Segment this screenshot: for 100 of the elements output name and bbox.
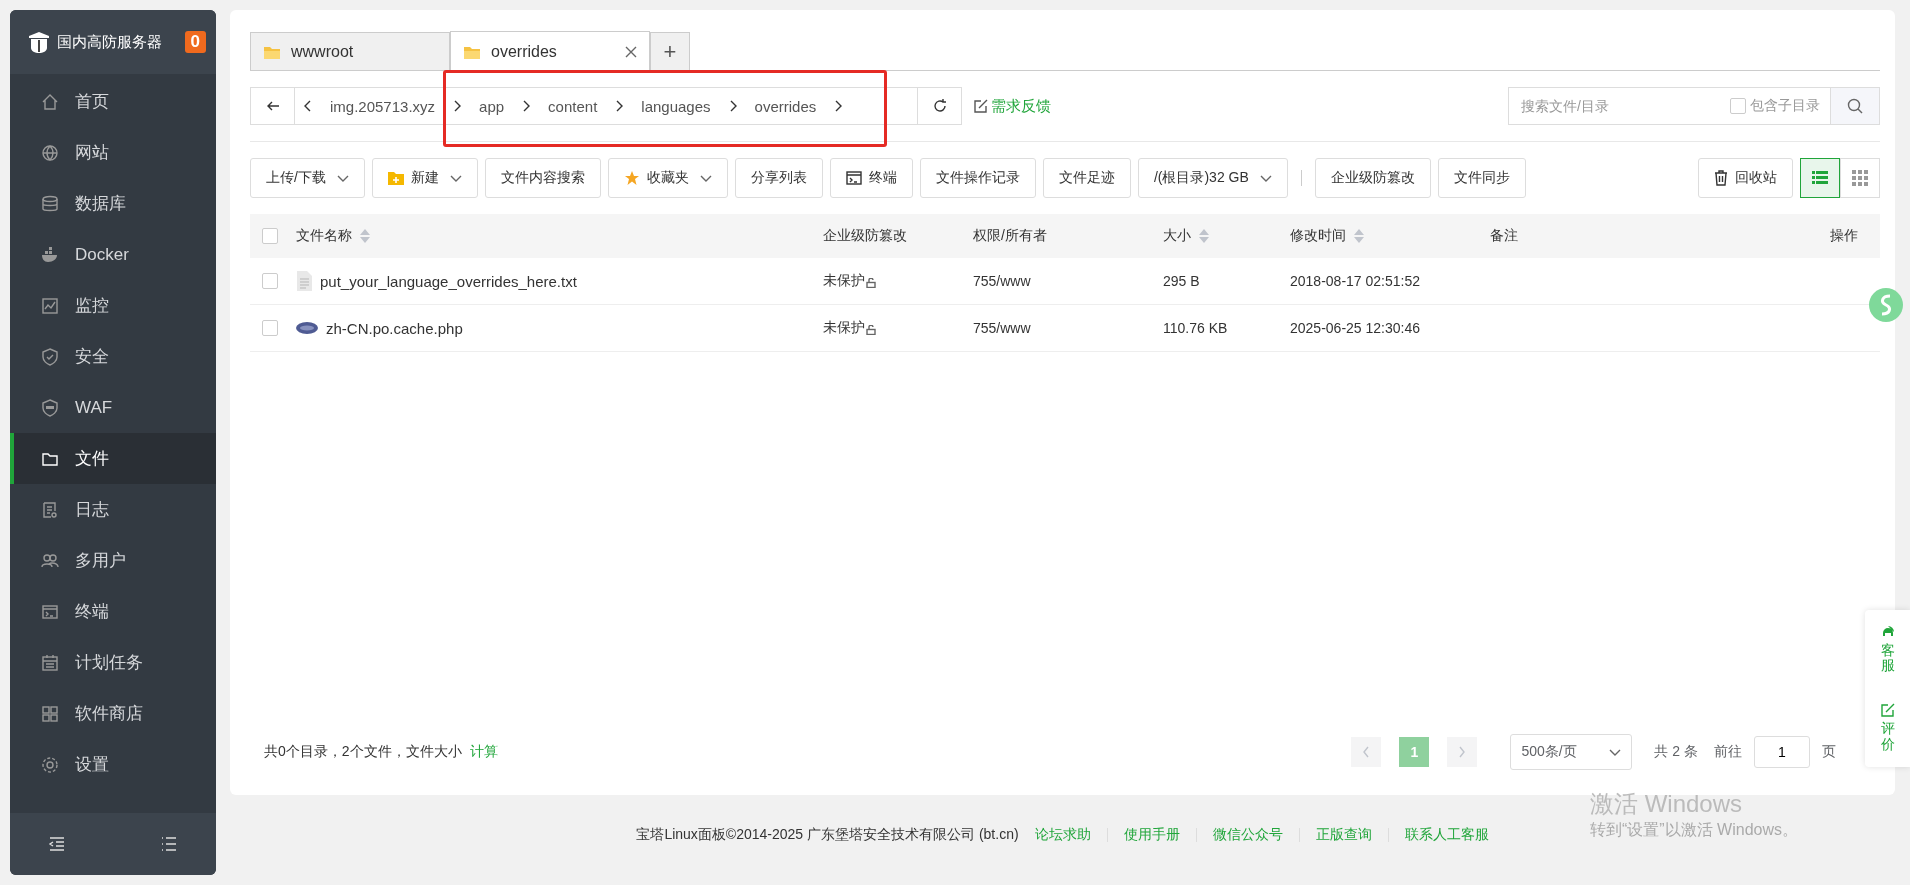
column-header: 修改时间 [1290,227,1346,245]
goto-label: 前往 [1714,743,1742,761]
activation-text: 转到“设置”以激活 Windows。 [1590,820,1798,840]
sidebar-item[interactable]: Docker [10,229,216,280]
sidebar-item[interactable]: 终端 [10,586,216,637]
sidebar-item[interactable]: 网站 [10,127,216,178]
toolbar-button[interactable]: 文件内容搜索 [484,158,601,198]
column-header: 文件名称 [296,227,352,245]
chevron-right-icon [614,100,625,112]
grid-view-button[interactable] [1840,158,1880,198]
php-icon [296,322,318,334]
copyright-text: 宝塔Linux面板©2014-2025 广东堡塔安全技术有限公司 (bt.cn) [636,826,1019,844]
toolbar-button[interactable]: 终端 [829,158,913,198]
toolbar-button[interactable]: 新建 [371,158,478,198]
file-tab[interactable]: wwwroot [250,32,450,70]
row-checkbox[interactable] [262,273,278,289]
toolbar-button[interactable]: 文件足迹 [1042,158,1131,198]
sidebar-item[interactable]: 设置 [10,739,216,790]
new-folder-icon [387,171,404,185]
row-checkbox[interactable] [262,320,278,336]
sidebar-item[interactable]: 安全 [10,331,216,382]
file-name-link[interactable]: put_your_language_overrides_here.txt [320,272,577,290]
toolbar-button[interactable]: /(根目录)32 GB [1137,158,1288,198]
back-arrow-icon [265,99,280,113]
chevron-left-icon [303,100,313,112]
sidebar-title: 国内高防服务器 [57,32,163,52]
toolbar-button[interactable]: 上传/下载 [250,158,365,198]
home-icon [41,92,59,111]
globe-icon [41,143,59,162]
chevron-right-icon [833,100,844,112]
sidebar-item[interactable]: WAF [10,382,216,433]
caret-icon [449,173,462,183]
breadcrumb-item[interactable]: languages [632,97,720,115]
table-cell: 2018-08-17 02:51:52 [1290,273,1420,289]
caret-icon [699,173,712,183]
toolbar-button[interactable]: 文件操作记录 [919,158,1036,198]
column-header: 备注 [1490,227,1518,245]
breadcrumb-item[interactable]: content [539,97,607,115]
add-tab-button[interactable]: + [650,32,690,70]
document-icon [41,500,59,519]
search-button[interactable] [1830,87,1880,125]
table-cell: 未保护 [823,319,865,337]
edit-icon [1880,703,1895,718]
star-icon [623,170,640,186]
sidebar-item[interactable]: 多用户 [10,535,216,586]
recycle-bin-button[interactable]: 回收站 [1698,158,1793,198]
sidebar-item[interactable]: 文件 [10,433,216,484]
column-header: 企业级防篡改 [823,227,907,245]
sidebar-item[interactable]: 监控 [10,280,216,331]
list-view-button[interactable] [1800,158,1840,198]
calendar-icon [41,653,59,672]
column-header: 大小 [1163,227,1191,245]
list-icon [160,835,178,853]
caret-icon [336,173,349,183]
file-name-link[interactable]: zh-CN.po.cache.php [326,319,463,337]
toolbar-button[interactable]: 收藏夹 [607,158,728,198]
grid-icon [41,704,59,723]
unlock-icon [866,278,876,288]
trash-icon [1714,170,1728,186]
summary-text: 共0个目录，2个文件，文件大小 [264,743,462,761]
search-icon [1847,98,1863,114]
chart-icon [41,296,59,315]
sidebar-item[interactable]: 数据库 [10,178,216,229]
table-cell: 295 B [1163,273,1200,289]
text-file-icon [296,271,312,291]
toolbar-button[interactable]: 分享列表 [734,158,823,198]
chevron-right-icon [521,100,532,112]
breadcrumb-item[interactable]: app [470,97,514,115]
table-cell: 755/www [973,273,1031,289]
chevron-left-icon [1362,746,1371,758]
table-cell: 755/www [973,320,1031,336]
caret-icon [1609,747,1622,757]
whale-icon [41,245,59,264]
total-count: 共 2 条 [1654,743,1698,761]
page-size-select[interactable]: 500条/页 [1510,734,1633,770]
page-unit-label: 页 [1822,743,1836,761]
toolbar-button[interactable]: 文件同步 [1437,158,1526,198]
sidebar-item[interactable]: 首页 [10,76,216,127]
database-icon [41,194,59,213]
toolbar-button[interactable]: 企业级防篡改 [1314,158,1431,198]
sidebar-item[interactable]: 日志 [10,484,216,535]
collapse-icon [48,835,66,853]
file-tab[interactable]: overrides [450,31,650,71]
edit-icon [974,99,988,113]
castle-icon [27,30,51,54]
count-badge: 0 [184,31,206,53]
table-cell: 110.76 KB [1163,320,1228,336]
terminal-icon [41,602,59,621]
shield-icon [41,398,59,417]
chevron-right-icon [1458,746,1467,758]
unlock-icon [866,325,876,335]
sidebar-item[interactable]: 软件商店 [10,688,216,739]
breadcrumb-item[interactable]: img.205713.xyz [321,97,445,115]
select-all-checkbox[interactable] [262,228,278,244]
sidebar-item[interactable]: 计划任务 [10,637,216,688]
breadcrumb-item[interactable]: overrides [745,97,826,115]
terminal-icon [845,171,862,185]
page-input[interactable]: 1 [1754,736,1810,768]
column-header: 操作 [1830,227,1858,245]
refresh-icon [932,99,947,113]
